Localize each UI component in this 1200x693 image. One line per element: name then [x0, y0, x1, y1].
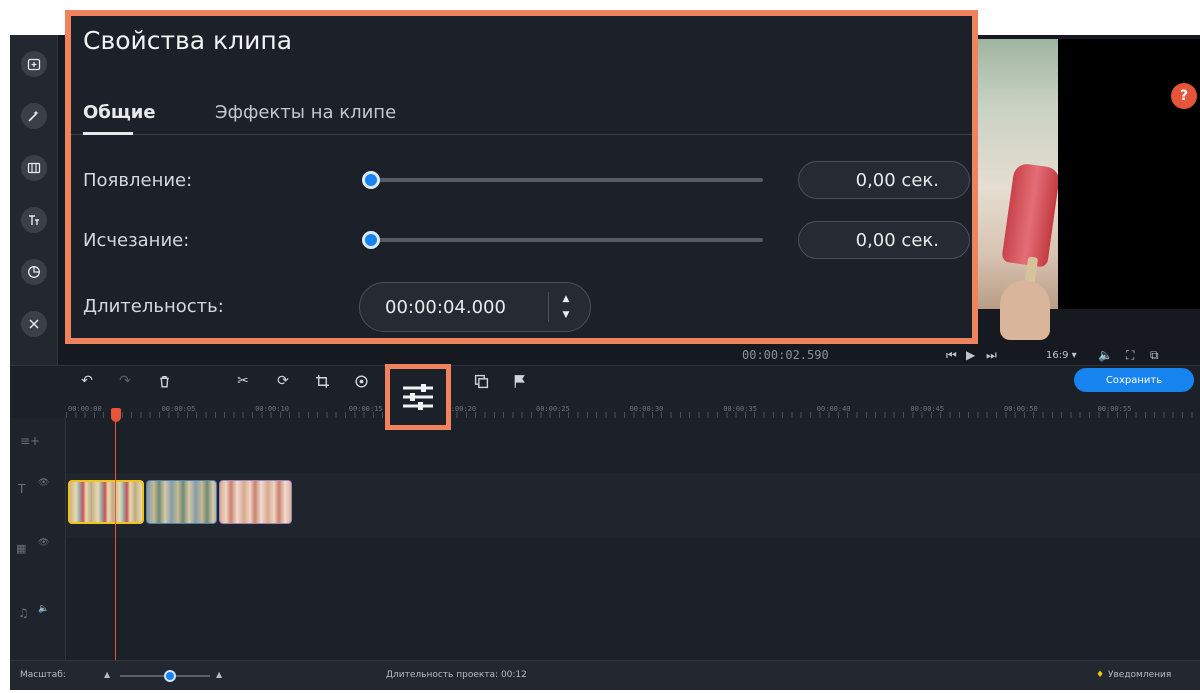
fade-in-value[interactable]: 0,00 сек.: [798, 161, 970, 199]
notifications-link[interactable]: Уведомления: [1108, 670, 1171, 680]
fade-out-slider-knob[interactable]: [362, 231, 380, 249]
rotate-icon[interactable]: ⟳: [274, 372, 292, 390]
video-track-icon: ▦: [16, 542, 27, 555]
fade-out-value[interactable]: 0,00 сек.: [798, 221, 970, 259]
stickers-button[interactable]: [21, 259, 47, 285]
undo-icon[interactable]: ↶: [78, 372, 96, 390]
cut-icon[interactable]: ✂: [234, 372, 252, 390]
ruler-tick-label: 00:00:55: [1097, 405, 1132, 413]
import-icon: [27, 58, 41, 71]
tab-general[interactable]: Общие: [83, 102, 156, 123]
fullscreen-icon[interactable]: ⛶: [1126, 348, 1134, 363]
audio-track-mute-icon[interactable]: 🔈: [38, 604, 49, 614]
more-tools-button[interactable]: [21, 311, 47, 337]
titles-icon: [29, 215, 39, 225]
zoom-out-icon[interactable]: ▲: [104, 670, 110, 679]
playhead-line: [115, 420, 116, 660]
scale-label: Масштаб:: [20, 670, 66, 680]
aspect-ratio-dropdown[interactable]: 16:9 ▾: [1046, 350, 1077, 361]
filters-button[interactable]: [21, 103, 47, 129]
fade-out-slider-track[interactable]: [371, 238, 763, 242]
video-clip-selected[interactable]: [68, 480, 144, 524]
delete-icon[interactable]: [155, 372, 173, 390]
text-track[interactable]: [66, 418, 1200, 473]
project-duration: Длительность проекта: 00:12: [386, 670, 527, 680]
audio-track[interactable]: [66, 538, 1200, 661]
duration-label: Длительность:: [83, 296, 224, 317]
fade-in-slider-track[interactable]: [371, 178, 763, 182]
ruler-tick-label: 00:00:10: [255, 405, 289, 413]
track-controls: ≡+ T 👁 ▦ 👁 ♫ 🔈: [10, 418, 66, 661]
tab-clip-effects[interactable]: Эффекты на клипе: [215, 102, 396, 123]
audio-track-icon: ♫: [18, 606, 29, 620]
help-button[interactable]: ?: [1171, 83, 1197, 109]
stickers-icon: [28, 266, 40, 278]
play-icon[interactable]: ▶: [966, 348, 975, 362]
speed-icon[interactable]: [352, 372, 370, 390]
playhead-handle[interactable]: [111, 408, 121, 422]
panel-title: Свойства клипа: [83, 26, 293, 55]
ruler-tick-label: 00:00:00: [68, 405, 102, 413]
preview-letterbox: [1058, 39, 1200, 309]
previous-frame-icon[interactable]: ⏮: [946, 348, 957, 363]
spinner-divider: [548, 292, 549, 322]
status-bar: Масштаб: ▲ ▲ Длительность проекта: 00:12…: [10, 660, 1200, 690]
redo-icon[interactable]: ↷: [116, 372, 134, 390]
import-button[interactable]: [21, 51, 47, 77]
ruler-tick-label: 00:00:15: [348, 405, 383, 413]
video-track[interactable]: [66, 473, 1200, 538]
ruler-tick-label: 00:00:50: [1004, 405, 1038, 413]
popout-icon[interactable]: ⧉: [1150, 348, 1159, 363]
player-time: 00:00:02.590: [742, 348, 829, 362]
ruler-tick-label: 00:00:45: [910, 405, 945, 413]
add-track-icon[interactable]: ≡+: [20, 434, 40, 448]
duration-value[interactable]: 00:00:04.000: [385, 297, 506, 318]
fade-in-label: Появление:: [83, 170, 193, 191]
spin-up-icon[interactable]: ▲: [556, 292, 576, 306]
clip-properties-button[interactable]: [385, 364, 451, 430]
active-tab-indicator: [83, 132, 133, 135]
next-frame-icon[interactable]: ⏭: [986, 348, 997, 363]
spin-down-icon[interactable]: ▼: [556, 308, 576, 322]
volume-icon[interactable]: 🔈: [1098, 348, 1113, 362]
crop-icon[interactable]: [313, 372, 331, 390]
fade-out-label: Исчезание:: [83, 230, 190, 251]
marker-icon[interactable]: [510, 372, 528, 390]
video-clip[interactable]: [146, 480, 217, 524]
text-track-visibility-icon[interactable]: 👁: [38, 478, 49, 488]
tab-divider: [71, 134, 972, 135]
more-tools-icon: [29, 319, 39, 329]
zoom-in-icon[interactable]: ▲: [216, 670, 222, 679]
ruler-tick-label: 00:00:05: [161, 405, 196, 413]
text-track-icon: T: [18, 482, 26, 496]
titles-button[interactable]: [21, 207, 47, 233]
duration-spinbox[interactable]: 00:00:04.000 ▲ ▼: [359, 282, 591, 332]
notifications-icon[interactable]: ♦: [1096, 670, 1104, 680]
ruler-tick-label: 00:00:30: [629, 405, 664, 413]
filters-icon: [28, 110, 39, 122]
transitions-button[interactable]: [21, 155, 47, 181]
ruler-tick-label: 00:00:35: [723, 405, 757, 413]
ruler-tick-label: 00:00:25: [536, 405, 570, 413]
ruler-tick-label: 00:00:40: [816, 405, 851, 413]
transitions-icon: [27, 162, 41, 174]
clip-properties-panel: Свойства клипа Общие Эффекты на клипе По…: [65, 10, 978, 344]
overlay-icon[interactable]: [472, 372, 490, 390]
clip-properties-icon: [403, 384, 433, 410]
video-clip[interactable]: [219, 480, 292, 524]
fade-in-slider-knob[interactable]: [362, 171, 380, 189]
save-button[interactable]: Сохранить: [1074, 368, 1194, 392]
zoom-slider-knob[interactable]: [164, 670, 176, 682]
video-track-visibility-icon[interactable]: 👁: [38, 538, 49, 548]
hand-graphic: [1000, 280, 1050, 340]
timeline-toolbar: ↶ ↷ ✂ ⟳ Сохранить: [10, 366, 1200, 396]
left-toolbar: [10, 35, 58, 365]
